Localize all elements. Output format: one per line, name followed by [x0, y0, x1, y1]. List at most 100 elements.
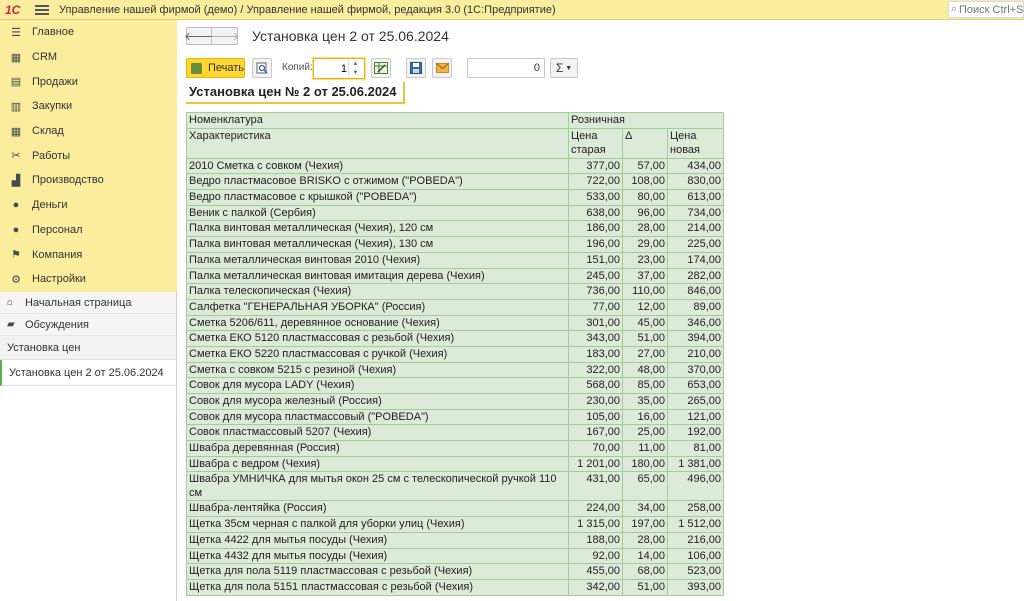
- cell-delta[interactable]: 28,00: [622, 531, 668, 549]
- cell-price-old[interactable]: 377,00: [568, 157, 623, 175]
- cell-nomenclature[interactable]: Салфетка "ГЕНЕРАЛЬНАЯ УБОРКА" (Россия): [186, 298, 569, 316]
- save-button[interactable]: [406, 58, 426, 78]
- copies-field[interactable]: ▲▼: [313, 58, 365, 79]
- main-menu-icon[interactable]: [35, 4, 49, 15]
- cell-delta[interactable]: 85,00: [622, 377, 668, 394]
- cell-delta[interactable]: 23,00: [622, 251, 668, 269]
- cell-nomenclature[interactable]: Швабра деревянная (Россия): [186, 440, 569, 457]
- header-retail-group[interactable]: Розничная: [567, 112, 725, 129]
- cell-delta[interactable]: 34,00: [622, 500, 668, 518]
- cell-delta[interactable]: 16,00: [622, 408, 668, 426]
- nav-group-price-setting[interactable]: Установка цен: [0, 336, 176, 360]
- header-nomenclature[interactable]: Номенклатура: [186, 112, 569, 129]
- header-price-new[interactable]: Цена новая: [666, 127, 725, 159]
- cell-price-old[interactable]: 568,00: [568, 377, 623, 394]
- cell-delta[interactable]: 29,00: [622, 236, 668, 253]
- cell-nomenclature[interactable]: Совок для мусора пластмассовый ("POBEDA"…: [186, 408, 569, 426]
- cell-price-new[interactable]: 370,00: [666, 361, 725, 379]
- cell-delta[interactable]: 197,00: [622, 516, 668, 533]
- sum-type-button[interactable]: Σ ▼: [550, 58, 578, 78]
- cell-delta[interactable]: 25,00: [622, 424, 668, 442]
- sum-field[interactable]: 0: [467, 58, 545, 78]
- cell-price-old[interactable]: 431,00: [568, 471, 623, 502]
- print-button[interactable]: Печать: [186, 58, 245, 78]
- header-price-old[interactable]: Цена старая: [568, 127, 623, 159]
- cell-nomenclature[interactable]: Палка металлическая винтовая 2010 (Чехия…: [186, 251, 569, 269]
- section-item[interactable]: ☰ Главное: [0, 20, 177, 45]
- cell-price-new[interactable]: 830,00: [666, 173, 725, 191]
- edit-mode-button[interactable]: [371, 58, 391, 78]
- cell-price-new[interactable]: 214,00: [666, 220, 725, 238]
- cell-nomenclature[interactable]: 2010 Сметка с совком (Чехия): [186, 157, 569, 175]
- section-item[interactable]: ⚑ Компания: [0, 242, 177, 267]
- preview-button[interactable]: [252, 58, 272, 78]
- cell-delta[interactable]: 108,00: [622, 173, 668, 191]
- search-input[interactable]: [959, 3, 1023, 16]
- cell-delta[interactable]: 51,00: [622, 330, 668, 347]
- cell-delta[interactable]: 11,00: [622, 440, 668, 457]
- cell-nomenclature[interactable]: Палка винтовая металлическая (Чехия), 12…: [186, 220, 569, 238]
- cell-nomenclature[interactable]: Щетка 35см черная с палкой для уборки ул…: [186, 516, 569, 533]
- cell-price-old[interactable]: 722,00: [568, 173, 623, 191]
- cell-price-old[interactable]: 638,00: [568, 204, 623, 222]
- cell-nomenclature[interactable]: Совок для мусора LADY (Чехия): [186, 377, 569, 394]
- forward-button[interactable]: 🡒: [210, 27, 239, 45]
- cell-price-new[interactable]: 523,00: [666, 563, 725, 580]
- cell-price-old[interactable]: 455,00: [568, 563, 623, 580]
- cell-price-new[interactable]: 496,00: [666, 471, 725, 502]
- cell-delta[interactable]: 14,00: [622, 547, 668, 565]
- cell-nomenclature[interactable]: Сметка ЕКО 5120 пластмассовая с резьбой …: [186, 330, 569, 347]
- cell-price-old[interactable]: 224,00: [568, 500, 623, 518]
- section-item[interactable]: ● Деньги: [0, 193, 177, 218]
- cell-price-old[interactable]: 167,00: [568, 424, 623, 442]
- cell-delta[interactable]: 27,00: [622, 345, 668, 363]
- cell-price-new[interactable]: 225,00: [666, 236, 725, 253]
- cell-price-old[interactable]: 188,00: [568, 531, 623, 549]
- cell-price-old[interactable]: 105,00: [568, 408, 623, 426]
- cell-price-old[interactable]: 736,00: [568, 283, 623, 300]
- cell-price-new[interactable]: 265,00: [666, 393, 725, 410]
- cell-price-old[interactable]: 70,00: [568, 440, 623, 457]
- cell-nomenclature[interactable]: Совок пластмассовый 5207 (Чехия): [186, 424, 569, 442]
- cell-price-old[interactable]: 186,00: [568, 220, 623, 238]
- cell-nomenclature[interactable]: Палка винтовая металлическая (Чехия), 13…: [186, 236, 569, 253]
- cell-delta[interactable]: 37,00: [622, 267, 668, 285]
- cell-nomenclature[interactable]: Сметка с совком 5215 с резиной (Чехия): [186, 361, 569, 379]
- cell-price-new[interactable]: 192,00: [666, 424, 725, 442]
- cell-nomenclature[interactable]: Веник с палкой (Сербия): [186, 204, 569, 222]
- cell-price-old[interactable]: 77,00: [568, 298, 623, 316]
- cell-nomenclature[interactable]: Ведро пластмасовое с крышкой ("POBEDA"): [186, 189, 569, 206]
- cell-delta[interactable]: 35,00: [622, 393, 668, 410]
- section-item[interactable]: ▥ Закупки: [0, 94, 177, 119]
- cell-price-old[interactable]: 183,00: [568, 345, 623, 363]
- cell-price-new[interactable]: 653,00: [666, 377, 725, 394]
- cell-price-new[interactable]: 282,00: [666, 267, 725, 285]
- cell-price-old[interactable]: 342,00: [568, 578, 623, 596]
- section-item[interactable]: ▦ Склад: [0, 119, 177, 144]
- cell-price-new[interactable]: 613,00: [666, 189, 725, 206]
- chevron-up-icon[interactable]: ▲: [353, 61, 359, 67]
- header-characteristic[interactable]: Характеристика: [186, 127, 569, 159]
- cell-nomenclature[interactable]: Сметка 5206/611, деревянное основание (Ч…: [186, 314, 569, 332]
- cell-nomenclature[interactable]: Щетка для пола 5119 пластмассовая с резь…: [186, 563, 569, 580]
- nav-home[interactable]: ⌂ Начальная страница: [0, 292, 176, 314]
- cell-price-new[interactable]: 89,00: [666, 298, 725, 316]
- cell-price-old[interactable]: 1 201,00: [568, 455, 623, 473]
- cell-price-new[interactable]: 734,00: [666, 204, 725, 222]
- cell-price-old[interactable]: 245,00: [568, 267, 623, 285]
- cell-price-new[interactable]: 174,00: [666, 251, 725, 269]
- cell-price-new[interactable]: 210,00: [666, 345, 725, 363]
- cell-delta[interactable]: 110,00: [622, 283, 668, 300]
- cell-nomenclature[interactable]: Щетка для пола 5151 пластмассовая с резь…: [186, 578, 569, 596]
- cell-nomenclature[interactable]: Палка металлическая винтовая имитация де…: [186, 267, 569, 285]
- section-item[interactable]: ▦ CRM: [0, 45, 177, 70]
- cell-delta[interactable]: 96,00: [622, 204, 668, 222]
- cell-price-new[interactable]: 1 512,00: [666, 516, 725, 533]
- cell-price-new[interactable]: 106,00: [666, 547, 725, 565]
- cell-nomenclature[interactable]: Швабра-лентяйка (Россия): [186, 500, 569, 518]
- cell-price-new[interactable]: 394,00: [666, 330, 725, 347]
- cell-price-new[interactable]: 434,00: [666, 157, 725, 175]
- cell-delta[interactable]: 65,00: [622, 471, 668, 502]
- cell-delta[interactable]: 180,00: [622, 455, 668, 473]
- cell-delta[interactable]: 45,00: [622, 314, 668, 332]
